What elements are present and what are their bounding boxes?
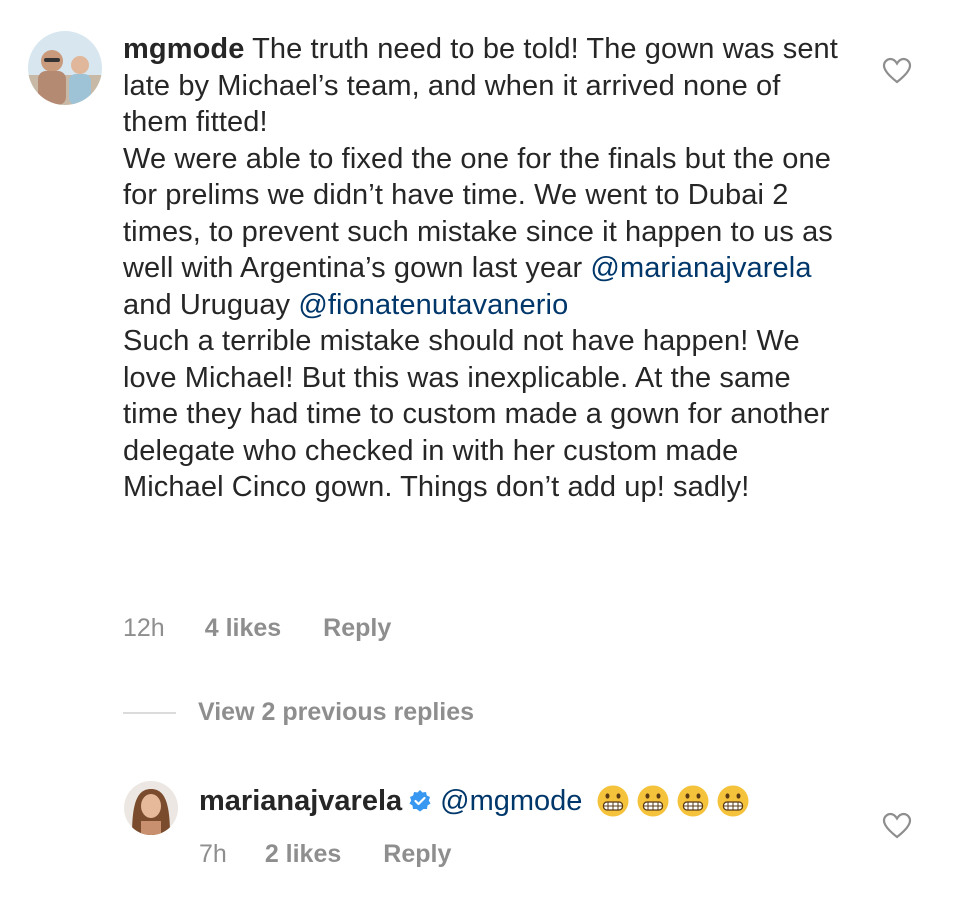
reply-meta: 7h 2 likes Reply bbox=[199, 840, 451, 869]
avatar-marianajvarela[interactable] bbox=[124, 781, 178, 835]
comment-text-2b: and Uruguay bbox=[123, 288, 299, 321]
grimacing-face-emoji bbox=[716, 784, 750, 818]
reply-text: marianajvarela @mgmode bbox=[199, 783, 750, 819]
grimacing-face-emoji bbox=[636, 784, 670, 818]
avatar-mgmode[interactable] bbox=[28, 31, 102, 105]
heart-icon[interactable] bbox=[882, 57, 912, 85]
heart-icon[interactable] bbox=[882, 812, 912, 840]
comment-paragraph-1: mgmode The truth need to be told! The go… bbox=[123, 31, 843, 141]
reply-time: 7h bbox=[199, 840, 227, 868]
comment-paragraph-3: Such a terrible mistake should not have … bbox=[123, 325, 830, 503]
emoji-group bbox=[596, 784, 750, 818]
comment-time: 12h bbox=[123, 614, 165, 642]
grimacing-face-emoji bbox=[676, 784, 710, 818]
grimacing-face-emoji bbox=[596, 784, 630, 818]
view-replies-label: View 2 previous replies bbox=[198, 698, 475, 726]
comment-username[interactable]: mgmode bbox=[123, 33, 244, 65]
reply-reply-button[interactable]: Reply bbox=[383, 840, 451, 869]
divider-line bbox=[123, 711, 176, 714]
mention-mgmode[interactable]: @mgmode bbox=[440, 783, 582, 819]
comment-paragraph-2: We were able to fixed the one for the fi… bbox=[123, 141, 843, 324]
reply-likes[interactable]: 2 likes bbox=[265, 840, 341, 869]
mention-marianajvarela[interactable]: @marianajvarela bbox=[590, 252, 811, 284]
comment-text: mgmode The truth need to be told! The go… bbox=[123, 31, 843, 506]
reply-username[interactable]: marianajvarela bbox=[199, 783, 402, 819]
mention-fionatenutavanerio[interactable]: @fionatenutavanerio bbox=[298, 289, 568, 321]
comment-meta: 12h 4 likes Reply bbox=[123, 614, 391, 643]
view-previous-replies[interactable]: View 2 previous replies bbox=[123, 698, 474, 727]
comment-likes[interactable]: 4 likes bbox=[205, 614, 281, 643]
comment-reply-button[interactable]: Reply bbox=[323, 614, 391, 643]
verified-badge-icon bbox=[408, 789, 432, 813]
